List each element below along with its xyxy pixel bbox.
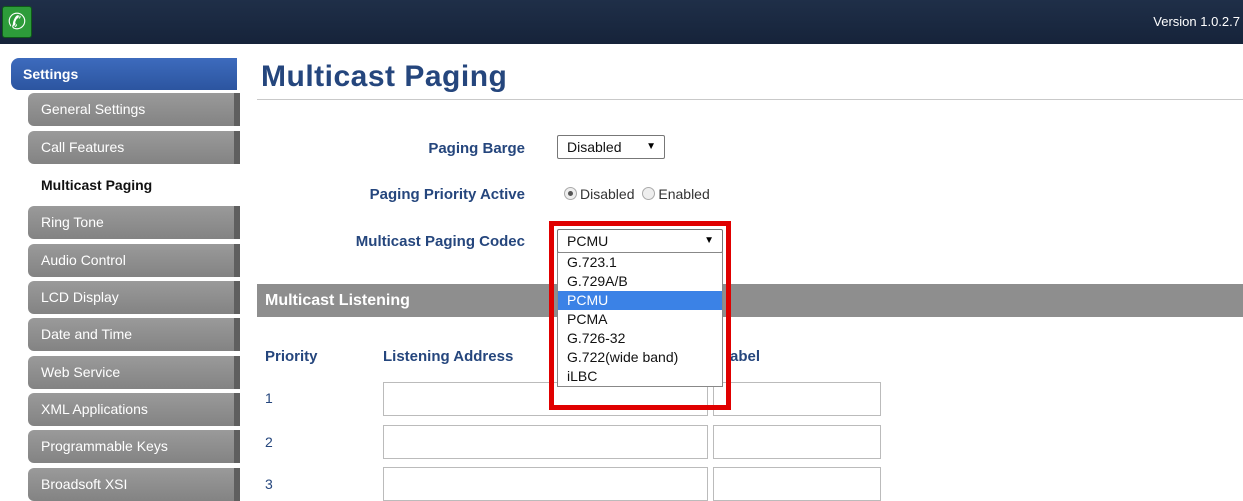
sidebar-item-ring-tone[interactable]: Ring Tone: [28, 206, 240, 239]
label-input-2[interactable]: [713, 425, 881, 459]
sidebar-item-call-features[interactable]: Call Features: [28, 131, 240, 164]
radio-enabled[interactable]: [642, 187, 656, 200]
codec-option-g722[interactable]: G.722(wide band): [558, 348, 722, 367]
sidebar-item-web-service[interactable]: Web Service: [28, 356, 240, 389]
codec-label: Multicast Paging Codec: [355, 233, 525, 250]
column-priority: Priority: [265, 348, 318, 365]
codec-option-pcmu[interactable]: PCMU: [558, 291, 722, 310]
sidebar-header-settings[interactable]: Settings: [11, 58, 237, 90]
phone-icon: ✆: [2, 6, 32, 38]
paging-barge-select[interactable]: Disabled ▼: [557, 135, 665, 159]
row-priority-1: 1: [265, 390, 273, 406]
sidebar-item-broadsoft-xsi[interactable]: Broadsoft XSI: [28, 468, 240, 501]
version-label: Version 1.0.2.7: [1153, 14, 1240, 29]
codec-value: PCMU: [567, 233, 609, 249]
listening-address-input-1[interactable]: [383, 382, 708, 416]
codec-option-pcma[interactable]: PCMA: [558, 310, 722, 329]
paging-barge-label: Paging Barge: [428, 140, 525, 157]
sidebar-item-programmable-keys[interactable]: Programmable Keys: [28, 430, 240, 463]
radio-disabled-label: Disabled: [580, 186, 635, 202]
sidebar-item-date-and-time[interactable]: Date and Time: [28, 318, 240, 351]
section-multicast-listening: Multicast Listening: [257, 284, 1243, 317]
page-title: Multicast Paging: [261, 60, 508, 93]
listening-address-input-3[interactable]: [383, 467, 708, 501]
codec-option-g729ab[interactable]: G.729A/B: [558, 272, 722, 291]
column-label: abel: [730, 348, 761, 365]
sidebar-item-audio-control[interactable]: Audio Control: [28, 244, 240, 277]
chevron-down-icon: ▼: [704, 235, 714, 246]
sidebar-item-lcd-display[interactable]: LCD Display: [28, 281, 240, 314]
label-input-1[interactable]: [713, 382, 881, 416]
codec-option-ilbc[interactable]: iLBC: [558, 367, 722, 386]
title-divider: [257, 99, 1243, 100]
sidebar-item-general-settings[interactable]: General Settings: [28, 93, 240, 126]
paging-priority-label: Paging Priority Active: [369, 186, 525, 203]
sidebar-item-xml-applications[interactable]: XML Applications: [28, 393, 240, 426]
radio-enabled-label: Enabled: [658, 186, 710, 202]
column-listening-address: Listening Address: [383, 348, 514, 365]
codec-dropdown-list: G.723.1 G.729A/B PCMU PCMA G.726-32 G.72…: [557, 252, 723, 387]
codec-option-g72632[interactable]: G.726-32: [558, 329, 722, 348]
chevron-down-icon: ▼: [646, 141, 656, 152]
paging-priority-radio-group: Disabled Enabled: [564, 186, 710, 202]
row-priority-3: 3: [265, 476, 273, 492]
row-priority-2: 2: [265, 434, 273, 450]
listening-address-input-2[interactable]: [383, 425, 708, 459]
top-bar: ✆ Version 1.0.2.7: [0, 0, 1243, 44]
label-input-3[interactable]: [713, 467, 881, 501]
sidebar-item-multicast-paging[interactable]: Multicast Paging: [28, 169, 240, 202]
radio-disabled[interactable]: [564, 187, 577, 200]
codec-select[interactable]: PCMU ▼: [557, 229, 723, 253]
paging-barge-value: Disabled: [567, 139, 622, 155]
codec-option-g7231[interactable]: G.723.1: [558, 253, 722, 272]
